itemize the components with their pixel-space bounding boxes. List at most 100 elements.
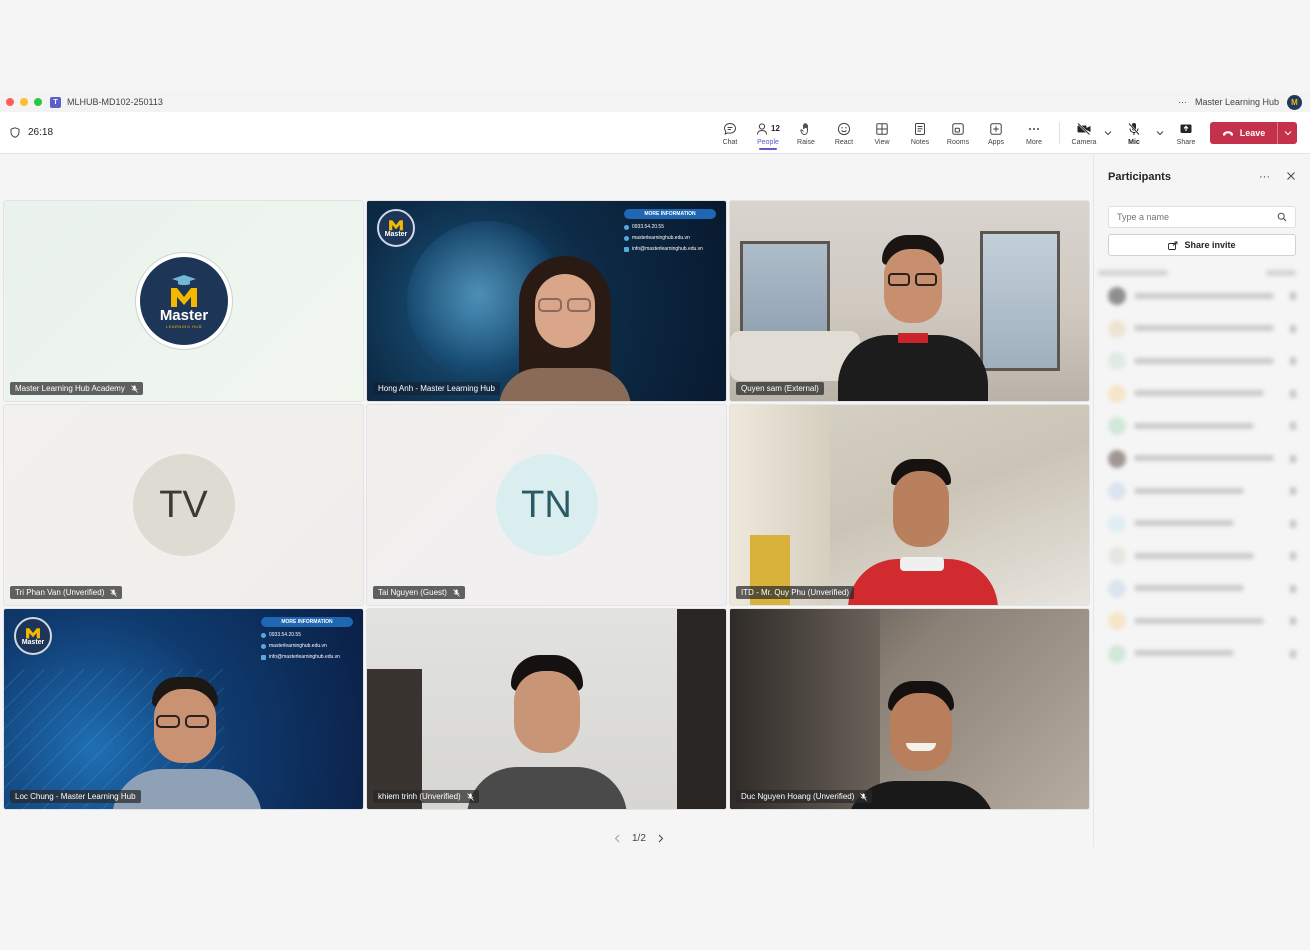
leave-options-button[interactable] — [1277, 122, 1297, 144]
raise-hand-button[interactable]: Raise — [787, 112, 825, 154]
mic-off-icon — [1290, 617, 1296, 626]
participant-name: Loc Chung - Master Learning Hub — [15, 792, 136, 801]
mini-logo: Master — [377, 209, 415, 247]
mic-off-icon — [1128, 122, 1140, 135]
info-phone: 0933.54.20.55 — [269, 632, 301, 638]
mic-off-icon — [466, 792, 474, 801]
participant-tile[interactable]: Master MORE INFORMATION 0933.54.20.55 ma… — [3, 608, 364, 810]
share-icon — [1168, 241, 1178, 250]
participant-avatar: TN — [495, 454, 598, 556]
participant-tile[interactable]: TV Tri Phan Van (Unverified) — [3, 404, 364, 606]
participant-name: Hong Anh - Master Learning Hub — [378, 384, 495, 393]
mic-off-icon — [1290, 389, 1296, 398]
participant-name: Quyen sam (External) — [741, 384, 819, 393]
panel-title: Participants — [1108, 171, 1171, 183]
door-frame — [677, 609, 726, 809]
more-button[interactable]: More — [1015, 112, 1053, 154]
mic-off-icon — [1290, 324, 1296, 333]
participant-row[interactable] — [1094, 508, 1310, 541]
leave-button[interactable]: Leave — [1210, 122, 1277, 144]
panel-more-button[interactable]: ··· — [1259, 171, 1270, 183]
info-heading: MORE INFORMATION — [624, 209, 716, 219]
participant-search[interactable] — [1108, 206, 1296, 228]
mic-options-button[interactable] — [1154, 112, 1166, 154]
participant-tile[interactable]: TN Tai Nguyen (Guest) — [366, 404, 727, 606]
participant-row-name — [1134, 422, 1282, 431]
close-window-button[interactable] — [6, 98, 14, 106]
react-icon — [837, 122, 851, 135]
mic-off-icon — [1290, 357, 1296, 366]
participant-row[interactable] — [1094, 378, 1310, 411]
share-button[interactable]: Share — [1166, 112, 1206, 154]
apps-label: Apps — [988, 138, 1004, 146]
video-stage: Master LEARNING HUB Master Learning Hub … — [0, 154, 1093, 847]
chevron-left-icon[interactable] — [614, 834, 620, 843]
participant-row[interactable] — [1094, 345, 1310, 378]
participant-name: Duc Nguyen Hoang (Unverified) — [741, 792, 855, 801]
participant-nametag: Tai Nguyen (Guest) — [373, 586, 465, 599]
apps-button[interactable]: Apps — [977, 112, 1015, 154]
participant-row[interactable] — [1094, 475, 1310, 508]
participant-row[interactable] — [1094, 638, 1310, 671]
participant-row[interactable] — [1094, 280, 1310, 313]
in-meeting-section-header — [1098, 270, 1296, 276]
participant-row[interactable] — [1094, 573, 1310, 606]
share-invite-button[interactable]: Share invite — [1108, 234, 1296, 256]
participant-nametag: ITD - Mr. Quy Phu (Unverified) — [736, 586, 855, 599]
mic-button[interactable]: Mic — [1114, 112, 1154, 154]
notes-button[interactable]: Notes — [901, 112, 939, 154]
participant-row[interactable] — [1094, 313, 1310, 346]
people-button[interactable]: 12 People — [749, 112, 787, 154]
camera-button[interactable]: Camera — [1066, 112, 1102, 154]
account-avatar[interactable]: M — [1287, 94, 1302, 110]
search-input[interactable] — [1117, 212, 1277, 222]
raise-label: Raise — [797, 138, 815, 146]
chevron-right-icon[interactable] — [658, 834, 664, 843]
mic-off-icon — [1290, 422, 1296, 431]
view-button[interactable]: View — [863, 112, 901, 154]
rooms-button[interactable]: Rooms — [939, 112, 977, 154]
participant-row[interactable] — [1094, 443, 1310, 476]
timer-text: 26:18 — [28, 127, 54, 138]
org-name: Master Learning Hub — [1194, 97, 1279, 107]
participant-tile[interactable]: Quyen sam (External) — [729, 200, 1090, 402]
participant-tile[interactable]: ITD - Mr. Quy Phu (Unverified) — [729, 404, 1090, 606]
participant-name: ITD - Mr. Quy Phu (Unverified) — [741, 588, 850, 597]
camera-off-icon — [1077, 122, 1091, 135]
participant-row[interactable] — [1094, 410, 1310, 443]
participant-tile[interactable]: Duc Nguyen Hoang (Unverified) — [729, 608, 1090, 810]
search-icon — [1277, 212, 1287, 222]
people-count: 12 — [771, 124, 780, 133]
maximize-window-button[interactable] — [34, 98, 42, 106]
minimize-window-button[interactable] — [20, 98, 28, 106]
avatar — [1108, 417, 1126, 436]
participant-list — [1094, 270, 1310, 670]
camera-options-button[interactable] — [1102, 112, 1114, 154]
close-icon[interactable] — [1286, 171, 1296, 181]
participant-tile[interactable]: Master MORE INFORMATION 0933.54.20.55 ma… — [366, 200, 727, 402]
info-website: masterlearninghub.edu.vn — [269, 643, 327, 649]
globe-icon — [624, 235, 629, 241]
info-email: info@masterlearninghub.edu.vn — [269, 654, 340, 660]
participant-row[interactable] — [1094, 605, 1310, 638]
participant-tile[interactable]: khiem trinh (Unverified) — [366, 608, 727, 810]
meeting-timer: 26:18 — [10, 127, 53, 138]
participant-row-name — [1134, 487, 1282, 496]
titlebar-more-button[interactable]: ··· — [1178, 97, 1187, 107]
toolbar-divider — [1059, 122, 1060, 144]
rooms-label: Rooms — [946, 138, 970, 146]
logo-tagline: LEARNING HUB — [165, 323, 202, 329]
info-email: info@masterlearninghub.edu.vn — [632, 246, 703, 252]
info-phone: 0933.54.20.55 — [632, 224, 664, 230]
gallery-pager: 1/2 — [614, 833, 664, 844]
rooms-icon — [952, 122, 964, 135]
teams-logo-icon: T — [50, 96, 61, 108]
react-button[interactable]: React — [825, 112, 863, 154]
participant-tile[interactable]: Master LEARNING HUB Master Learning Hub … — [3, 200, 364, 402]
participant-row[interactable] — [1094, 540, 1310, 573]
avatar — [1108, 579, 1126, 598]
more-label: More — [1026, 138, 1042, 146]
chat-button[interactable]: Chat — [711, 112, 749, 154]
avatar — [1108, 612, 1126, 631]
leave-button-group: Leave — [1210, 122, 1297, 144]
